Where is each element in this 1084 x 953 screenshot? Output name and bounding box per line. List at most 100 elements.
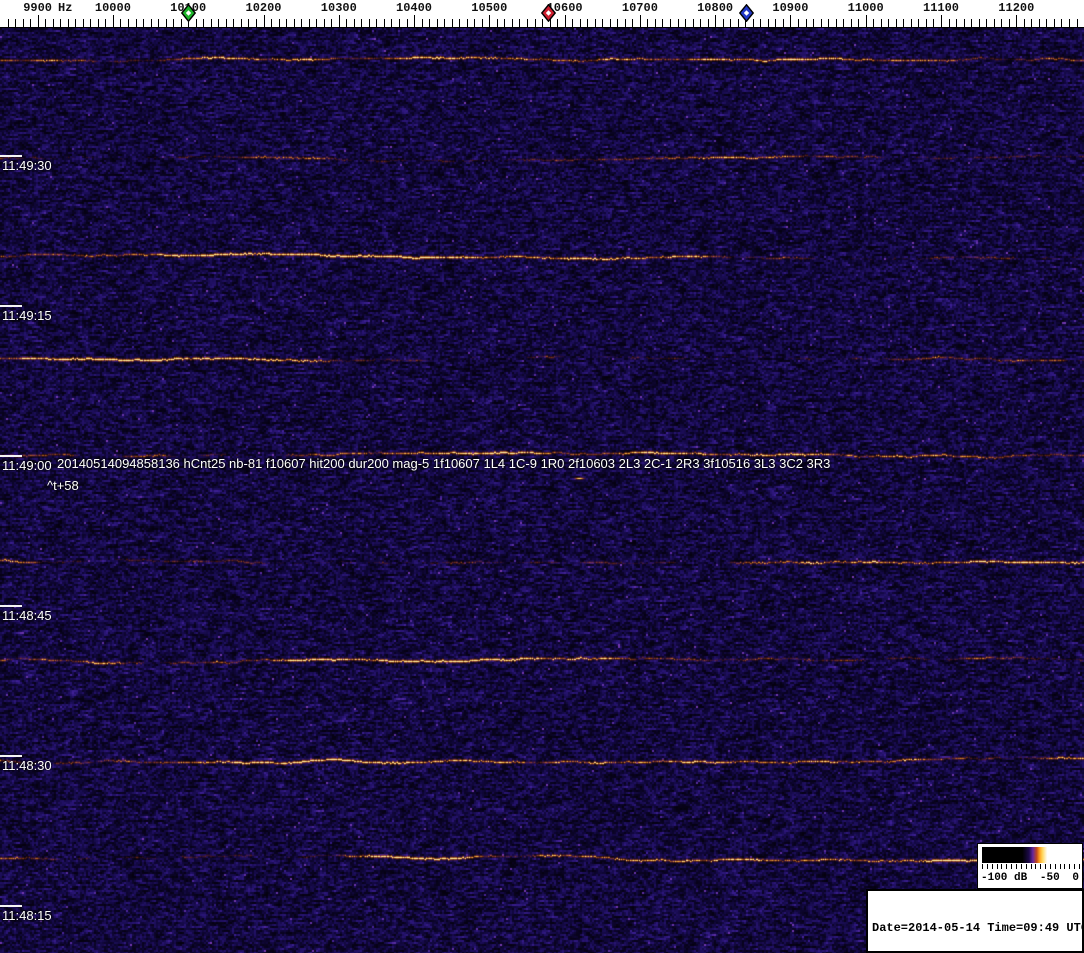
ruler-minor-tick xyxy=(255,19,257,27)
db-tick xyxy=(1045,864,1046,869)
db-tick xyxy=(1064,864,1066,869)
ruler-minor-tick xyxy=(685,19,686,27)
db-tick xyxy=(996,864,998,869)
ruler-minor-tick xyxy=(594,19,596,27)
ruler-minor-tick xyxy=(925,19,927,27)
ruler-minor-tick xyxy=(835,19,837,27)
ruler-minor-tick xyxy=(662,19,664,27)
ruler-frequency-label: 10000 xyxy=(94,1,131,15)
ruler-minor-tick xyxy=(956,19,957,27)
ruler-minor-tick xyxy=(195,19,197,27)
db-max-label: 0 xyxy=(1072,872,1079,884)
time-tick xyxy=(0,755,22,757)
ruler-major-tick xyxy=(338,15,340,27)
ruler-major-tick xyxy=(790,15,792,27)
ruler-minor-tick xyxy=(22,19,24,27)
db-tick xyxy=(1020,864,1022,869)
ruler-minor-tick xyxy=(286,19,288,27)
ruler-minor-tick xyxy=(609,19,611,27)
ruler-minor-tick xyxy=(346,19,348,27)
ruler-minor-tick xyxy=(1001,19,1003,27)
ruler-minor-tick xyxy=(624,19,626,27)
ruler-minor-tick xyxy=(843,19,845,27)
db-colorbar-ticks xyxy=(982,864,1080,870)
ruler-minor-tick xyxy=(316,19,318,27)
ruler-minor-tick xyxy=(158,19,160,27)
db-tick xyxy=(1001,864,1003,869)
time-label: 11:48:45 xyxy=(2,608,52,623)
ruler-minor-tick xyxy=(670,19,671,27)
ruler-minor-tick xyxy=(1023,19,1025,27)
ruler-minor-tick xyxy=(1068,19,1070,27)
ruler-minor-tick xyxy=(948,19,950,27)
ruler-minor-tick xyxy=(654,19,656,27)
ruler-minor-tick xyxy=(534,19,536,27)
ruler-major-tick xyxy=(1016,15,1018,27)
ruler-frequency-label: 10400 xyxy=(395,1,433,15)
ruler-minor-tick xyxy=(376,19,378,27)
ruler-minor-tick xyxy=(120,19,122,27)
station-info-box: Date=2014-05-14 Time=09:49 UTC Freq=143 … xyxy=(866,889,1084,953)
green-marker[interactable] xyxy=(180,3,196,23)
ruler-minor-tick xyxy=(353,19,355,27)
ruler-minor-tick xyxy=(647,19,649,27)
frequency-ruler: 9900100001010010200103001040010500106001… xyxy=(0,0,1084,28)
ruler-minor-tick xyxy=(105,19,107,27)
db-tick xyxy=(1069,864,1071,869)
ruler-minor-tick xyxy=(301,19,303,27)
ruler-minor-tick xyxy=(444,19,446,27)
ruler-minor-tick xyxy=(496,19,498,27)
ruler-minor-tick xyxy=(579,19,581,27)
ruler-minor-tick xyxy=(368,19,370,27)
info-date-time: Date=2014-05-14 Time=09:49 UTC xyxy=(872,921,1084,935)
time-tick xyxy=(0,455,22,457)
ruler-minor-tick xyxy=(225,19,227,27)
detection-annotation: 20140514094858136 hCnt25 nb-81 f10607 hi… xyxy=(57,456,831,471)
time-tick xyxy=(0,305,22,307)
ruler-minor-tick xyxy=(278,19,280,27)
time-label: 11:48:15 xyxy=(2,908,52,923)
db-tick xyxy=(1030,864,1032,869)
time-tick xyxy=(0,905,22,907)
blue-marker[interactable] xyxy=(739,3,755,23)
ruler-major-tick xyxy=(941,15,942,27)
ruler-minor-tick xyxy=(481,19,483,27)
db-tick xyxy=(991,864,993,869)
ruler-minor-tick xyxy=(557,19,559,27)
ruler-minor-tick xyxy=(436,19,438,27)
ruler-frequency-label: 9900 xyxy=(23,1,52,15)
ruler-minor-tick xyxy=(888,19,890,27)
ruler-minor-tick xyxy=(173,19,175,27)
ruler-minor-tick xyxy=(760,19,762,27)
ruler-minor-tick xyxy=(361,19,363,27)
ruler-minor-tick xyxy=(617,19,619,27)
ruler-minor-tick xyxy=(128,19,129,27)
ruler-frequency-label: 10500 xyxy=(471,1,508,15)
ruler-minor-tick xyxy=(1061,19,1063,27)
ruler-minor-tick xyxy=(165,19,167,27)
ruler-minor-tick xyxy=(203,19,205,27)
ruler-minor-tick xyxy=(97,19,99,27)
ruler-minor-tick xyxy=(240,19,242,27)
db-tick xyxy=(1059,864,1061,869)
ruler-minor-tick xyxy=(722,19,724,27)
ruler-minor-tick xyxy=(910,19,912,27)
ruler-major-tick xyxy=(639,15,641,27)
ruler-minor-tick xyxy=(421,19,423,27)
red-marker[interactable] xyxy=(540,3,556,23)
ruler-minor-tick xyxy=(828,19,830,27)
db-tick xyxy=(1011,864,1013,869)
ruler-minor-tick xyxy=(767,19,769,27)
db-tick xyxy=(1079,864,1080,869)
ruler-minor-tick xyxy=(82,19,84,27)
ruler-minor-tick xyxy=(850,19,852,27)
ruler-minor-tick xyxy=(331,19,333,27)
ruler-minor-tick xyxy=(820,19,822,27)
spectrogram-waterfall[interactable] xyxy=(0,28,1084,953)
ruler-minor-tick xyxy=(1046,19,1048,27)
time-label: 11:49:15 xyxy=(2,308,52,323)
db-min-label: -100 dB xyxy=(981,872,1028,884)
time-tick xyxy=(0,155,22,157)
ruler-minor-tick xyxy=(143,19,144,27)
ruler-minor-tick xyxy=(150,19,152,27)
